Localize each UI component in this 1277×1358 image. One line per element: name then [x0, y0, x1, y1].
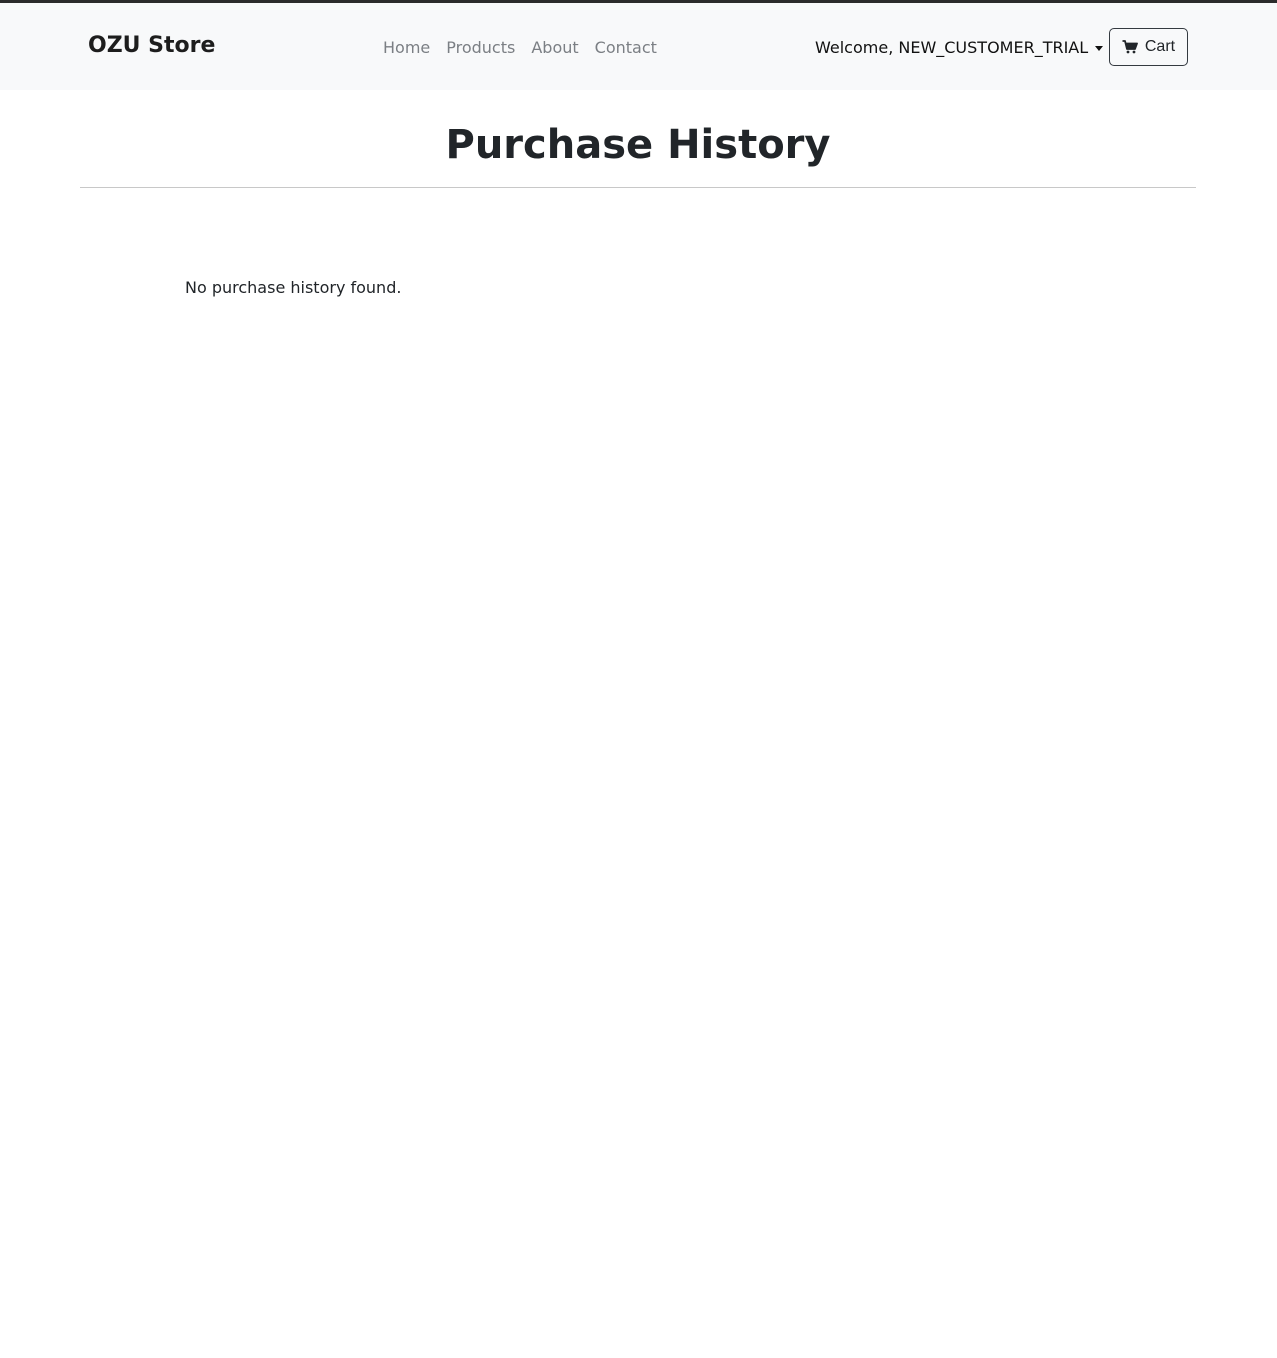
brand-logo[interactable]: OZU Store: [88, 33, 215, 58]
user-menu-label: Welcome, NEW_CUSTOMER_TRIAL: [815, 38, 1089, 57]
caret-down-icon: [1095, 46, 1104, 51]
nav-link-products[interactable]: Products: [446, 38, 515, 57]
nav-link-home[interactable]: Home: [383, 38, 430, 57]
navbar: OZU Store Home Products About Contact We…: [0, 3, 1277, 90]
cart-button[interactable]: Cart: [1109, 28, 1188, 66]
nav-link-about[interactable]: About: [531, 38, 578, 57]
shopping-cart-icon: [1122, 40, 1138, 54]
nav-links: Home Products About Contact: [383, 38, 657, 57]
user-menu-dropdown[interactable]: Welcome, NEW_CUSTOMER_TRIAL: [815, 38, 1104, 57]
cart-label: Cart: [1144, 38, 1176, 55]
empty-state-message: No purchase history found.: [185, 278, 402, 297]
title-divider: [80, 187, 1196, 188]
page-title: Purchase History: [445, 122, 831, 168]
nav-link-contact[interactable]: Contact: [595, 38, 657, 57]
